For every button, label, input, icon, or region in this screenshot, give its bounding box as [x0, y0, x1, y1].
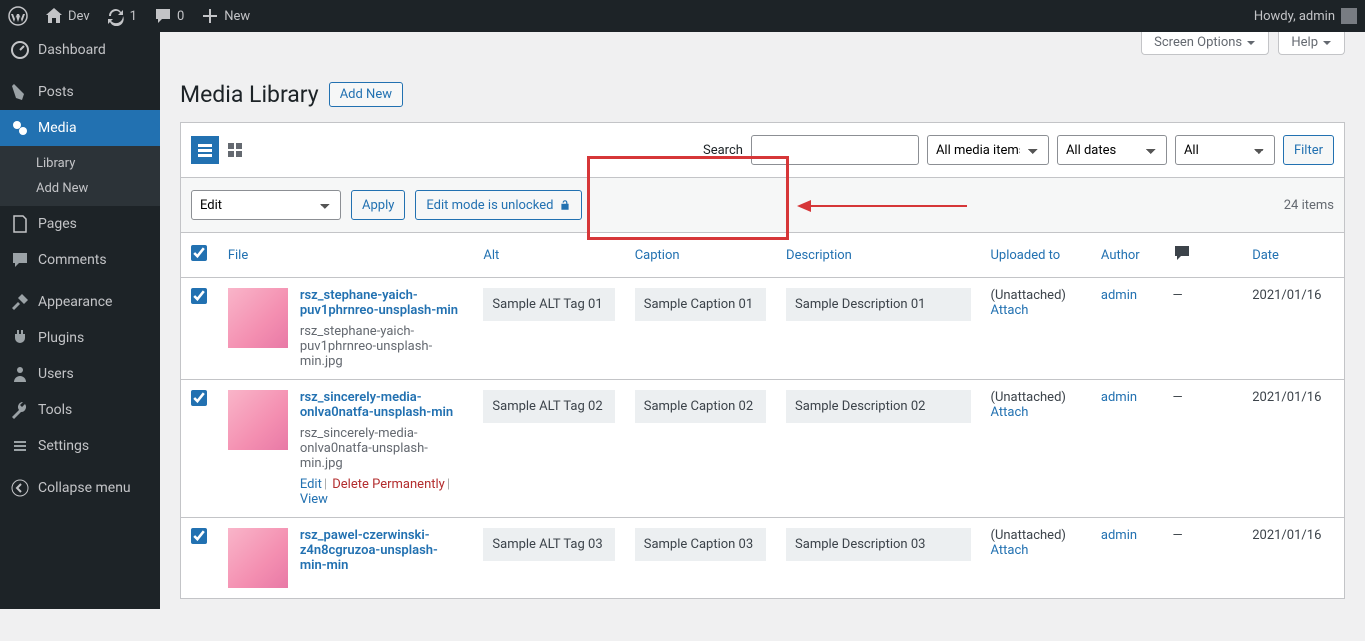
menu-appearance[interactable]: Appearance [0, 284, 160, 320]
col-caption[interactable]: Caption [635, 248, 680, 263]
caption-cell[interactable]: Sample Caption 01 [635, 288, 766, 321]
media-title-link[interactable]: rsz_sincerely-media-onlva0natfa-unsplash… [300, 390, 453, 420]
description-cell[interactable]: Sample Description 01 [786, 288, 970, 321]
attach-link[interactable]: Attach [991, 303, 1029, 318]
comments-cell: — [1162, 380, 1242, 518]
row-checkbox[interactable] [191, 288, 207, 304]
caption-cell[interactable]: Sample Caption 02 [635, 390, 766, 423]
chevron-down-icon [1322, 38, 1332, 48]
description-cell[interactable]: Sample Description 02 [786, 390, 970, 423]
col-comments[interactable] [1162, 233, 1242, 278]
items-count: 24 items [1284, 198, 1334, 213]
edit-mode-toggle[interactable]: Edit mode is unlocked [415, 190, 582, 220]
home-icon[interactable]: Dev [36, 0, 98, 32]
bulk-actions-bar: Edit Apply Edit mode is unlocked 24 item… [180, 178, 1345, 233]
attach-link[interactable]: Attach [991, 405, 1029, 420]
table-row: rsz_sincerely-media-onlva0natfa-unsplash… [181, 380, 1345, 518]
view-grid-button[interactable] [221, 136, 249, 164]
caption-cell[interactable]: Sample Caption 03 [635, 528, 766, 561]
alt-cell[interactable]: Sample ALT Tag 02 [483, 390, 614, 423]
media-filename: rsz_sincerely-media-onlva0natfa-unsplash… [300, 426, 464, 471]
annotation-arrow [797, 196, 967, 220]
table-row: rsz_stephane-yaich-puv1phrnreo-unsplash-… [181, 278, 1345, 380]
col-uploaded-to[interactable]: Uploaded to [991, 248, 1061, 263]
filter-category-select[interactable]: All [1175, 135, 1275, 165]
description-cell[interactable]: Sample Description 03 [786, 528, 970, 561]
date-cell: 2021/01/16 [1242, 518, 1344, 599]
filter-date-select[interactable]: All dates [1057, 135, 1167, 165]
chevron-down-icon [1246, 38, 1256, 48]
alt-cell[interactable]: Sample ALT Tag 01 [483, 288, 614, 321]
wp-logo[interactable] [0, 0, 36, 32]
howdy-account[interactable]: Howdy, admin [1246, 0, 1365, 32]
avatar [1341, 8, 1357, 24]
menu-collapse[interactable]: Collapse menu [0, 470, 160, 506]
row-action-view[interactable]: View [300, 492, 328, 507]
media-thumbnail[interactable] [228, 390, 288, 450]
col-date[interactable]: Date [1252, 248, 1279, 263]
media-title-link[interactable]: rsz_stephane-yaich-puv1phrnreo-unsplash-… [300, 288, 458, 318]
author-link[interactable]: admin [1101, 528, 1137, 543]
submenu-addnew[interactable]: Add New [0, 176, 160, 201]
apply-button[interactable]: Apply [351, 190, 405, 220]
row-checkbox[interactable] [191, 390, 207, 406]
admin-menu: Dashboard Posts Media Library Add New Pa… [0, 32, 160, 609]
page-title: Media Library [180, 81, 319, 108]
unlock-icon [559, 199, 571, 211]
date-cell: 2021/01/16 [1242, 380, 1344, 518]
screen-options-tab[interactable]: Screen Options [1141, 32, 1269, 55]
alt-cell[interactable]: Sample ALT Tag 03 [483, 528, 614, 561]
author-link[interactable]: admin [1101, 288, 1137, 303]
row-actions: Edit| Delete Permanently| View [300, 477, 464, 507]
media-title-link[interactable]: rsz_pawel-czerwinski-z4n8cgruzoa-unsplas… [300, 528, 438, 573]
menu-dashboard[interactable]: Dashboard [0, 32, 160, 68]
menu-settings[interactable]: Settings [0, 428, 160, 464]
row-action-delete[interactable]: Delete Permanently [332, 477, 445, 492]
menu-pages[interactable]: Pages [0, 206, 160, 242]
media-toolbar: Search All media items All dates All Fil… [180, 122, 1345, 178]
menu-media[interactable]: Media [0, 110, 160, 146]
filter-type-select[interactable]: All media items [927, 135, 1049, 165]
col-author[interactable]: Author [1101, 248, 1140, 263]
bulk-action-select[interactable]: Edit [191, 190, 341, 220]
uploaded-to-text: (Unattached) [991, 528, 1066, 543]
uploaded-to-text: (Unattached) [991, 288, 1066, 303]
comment-icon [1172, 243, 1192, 263]
table-row: rsz_pawel-czerwinski-z4n8cgruzoa-unsplas… [181, 518, 1345, 599]
menu-posts[interactable]: Posts [0, 74, 160, 110]
menu-tools[interactable]: Tools [0, 392, 160, 428]
select-all-checkbox[interactable] [191, 245, 207, 261]
row-action-edit[interactable]: Edit [300, 477, 322, 492]
media-thumbnail[interactable] [228, 528, 288, 588]
col-alt[interactable]: Alt [483, 248, 499, 263]
comments-icon[interactable]: 0 [145, 0, 192, 32]
col-file[interactable]: File [228, 248, 248, 263]
attach-link[interactable]: Attach [991, 543, 1029, 558]
comments-cell: — [1162, 518, 1242, 599]
admin-bar: Dev 1 0 New Howdy, admin [0, 0, 1365, 32]
search-input[interactable] [751, 135, 919, 165]
date-cell: 2021/01/16 [1242, 278, 1344, 380]
media-filename: rsz_stephane-yaich-puv1phrnreo-unsplash-… [300, 324, 464, 369]
menu-plugins[interactable]: Plugins [0, 320, 160, 356]
new-content[interactable]: New [192, 0, 258, 32]
add-new-button[interactable]: Add New [329, 82, 403, 107]
col-description[interactable]: Description [786, 248, 852, 263]
row-checkbox[interactable] [191, 528, 207, 544]
menu-users[interactable]: Users [0, 356, 160, 392]
screen-meta-links: Screen Options Help [1135, 32, 1345, 55]
menu-comments[interactable]: Comments [0, 242, 160, 278]
help-tab[interactable]: Help [1278, 32, 1345, 55]
search-label: Search [703, 143, 743, 158]
media-list-table: File Alt Caption Description Uploaded to… [180, 233, 1345, 599]
author-link[interactable]: admin [1101, 390, 1137, 405]
updates-icon[interactable]: 1 [98, 0, 145, 32]
submenu-media: Library Add New [0, 146, 160, 206]
uploaded-to-text: (Unattached) [991, 390, 1066, 405]
comments-cell: — [1162, 278, 1242, 380]
submenu-library[interactable]: Library [0, 151, 160, 176]
media-thumbnail[interactable] [228, 288, 288, 348]
filter-button[interactable]: Filter [1283, 135, 1334, 165]
view-list-button[interactable] [191, 136, 219, 164]
